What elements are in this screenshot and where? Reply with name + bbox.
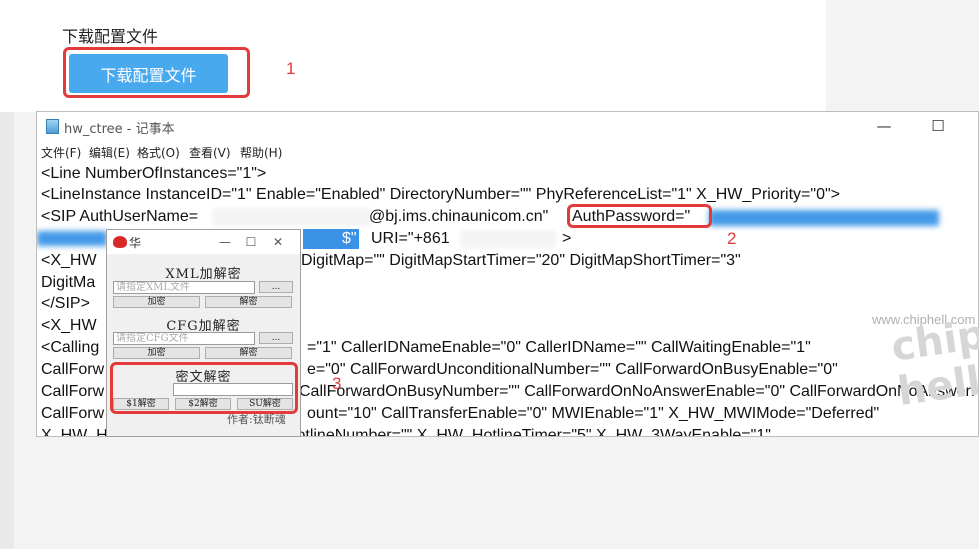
- notepad-icon: [46, 119, 59, 134]
- highlight-box-1: [63, 47, 250, 98]
- cfg-browse-button[interactable]: ...: [259, 332, 293, 344]
- tool-close-button[interactable]: ✕: [265, 233, 291, 251]
- cfg-file-input[interactable]: [113, 332, 255, 345]
- text-line: </SIP>: [41, 295, 90, 312]
- left-edge-strip: [0, 112, 14, 549]
- text-line: $": [342, 230, 357, 247]
- text-line: <Calling: [41, 339, 100, 356]
- web-config-panel: 下载配置文件 下载配置文件 1: [0, 0, 826, 112]
- notepad-title: hw_ctree - 记事本: [64, 122, 175, 137]
- text-line: URI="+861: [371, 230, 450, 247]
- redacted-username: [213, 208, 371, 226]
- notepad-titlebar: hw_ctree - 记事本 — ☐: [37, 112, 978, 140]
- text-line: <SIP AuthUserName=: [41, 208, 199, 225]
- text-line: CallForw: [41, 405, 105, 422]
- redacted-uri: [461, 230, 556, 248]
- menu-view[interactable]: 查看(V): [189, 144, 231, 161]
- text-line: DigitMa: [41, 274, 96, 291]
- cfg-decrypt-button[interactable]: 解密: [205, 347, 292, 359]
- xml-browse-button[interactable]: ...: [259, 281, 293, 293]
- text-line: <X_HW: [41, 317, 97, 334]
- tool-titlebar: 华 — ☐ ✕: [107, 230, 300, 254]
- menu-help[interactable]: 帮助(H): [240, 144, 282, 161]
- annotation-number-1: 1: [286, 59, 296, 78]
- text-line: @bj.ims.chinaunicom.cn": [369, 208, 549, 225]
- xml-decrypt-button[interactable]: 解密: [205, 296, 292, 308]
- text-line: <Line NumberOfInstances="1">: [41, 165, 267, 182]
- highlight-box-3: [110, 362, 298, 414]
- maximize-button[interactable]: ☐: [916, 114, 960, 138]
- xml-file-input[interactable]: [113, 281, 255, 294]
- text-line: CallForw: [41, 361, 105, 378]
- text-line: >: [562, 230, 572, 247]
- text-line: DigitMap="" DigitMapStartTimer="20" Digi…: [301, 252, 741, 269]
- text-line: <X_HW: [41, 252, 97, 269]
- highlight-box-2: [567, 204, 712, 228]
- cfg-encrypt-button[interactable]: 加密: [113, 347, 200, 359]
- annotation-number-3: 3: [332, 374, 342, 393]
- text-line: ="1" CallerIDNameEnable="0" CallerIDName…: [307, 339, 811, 356]
- menu-format[interactable]: 格式(O): [137, 144, 180, 161]
- xml-encrypt-button[interactable]: 加密: [113, 296, 200, 308]
- chiphell-logo: chip hell: [888, 311, 979, 416]
- text-line: ount="10" CallTransferEnable="0" MWIEnab…: [307, 405, 880, 422]
- section-title: 下载配置文件: [62, 27, 159, 46]
- minimize-button[interactable]: —: [862, 114, 906, 138]
- notepad-menubar: 文件(F) 编辑(E) 格式(O) 查看(V) 帮助(H): [37, 140, 978, 162]
- text-line: e="0" CallForwardUnconditionalNumber="" …: [307, 361, 838, 378]
- text-line: <LineInstance InstanceID="1" Enable="Ena…: [41, 186, 840, 203]
- annotation-number-2: 2: [727, 229, 737, 248]
- tool-minimize-button[interactable]: —: [212, 233, 238, 251]
- tool-title: 华: [129, 236, 142, 250]
- redacted-password: [709, 210, 939, 226]
- xml-section-title: XML加解密: [165, 267, 242, 282]
- tool-maximize-button[interactable]: ☐: [238, 233, 264, 251]
- text-line: CallForw: [41, 383, 105, 400]
- huawei-logo-icon: [113, 236, 127, 248]
- redacted-password-wrap: [37, 231, 107, 246]
- text-line: CallForwardOnBusyNumber="" CallForwardOn…: [299, 383, 979, 400]
- menu-edit[interactable]: 编辑(E): [89, 144, 130, 161]
- menu-file[interactable]: 文件(F): [41, 144, 81, 161]
